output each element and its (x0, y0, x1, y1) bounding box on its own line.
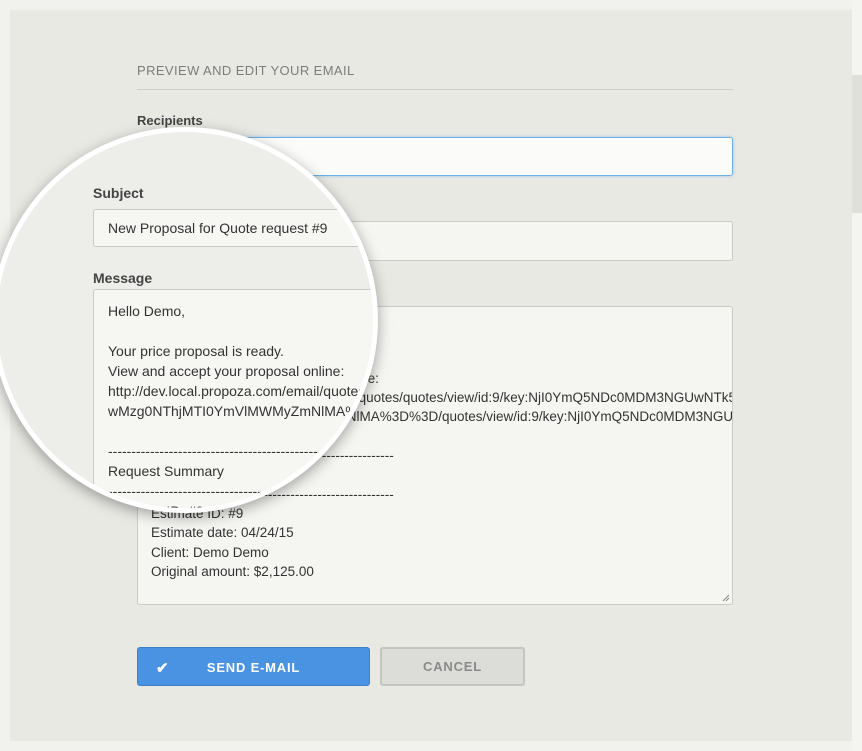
resize-handle-icon[interactable] (722, 594, 730, 602)
lens-message-label: Message (93, 270, 153, 286)
page-edge-shade (852, 75, 862, 213)
cancel-button[interactable]: CANCEL (380, 647, 525, 686)
lens-subject-input: New Proposal for Quote request #9 (93, 209, 373, 247)
lens-message-line: Request Summary (108, 463, 224, 479)
lens-message-line: Hello Demo, (108, 303, 186, 319)
lens-message-line: ----------------------------------------… (108, 483, 360, 499)
lens-message-line: ----------------------------------------… (108, 443, 360, 459)
recipients-label: Recipients (137, 113, 203, 128)
send-email-button[interactable]: ✔ SEND E-MAIL (137, 647, 370, 686)
section-title: PREVIEW AND EDIT YOUR EMAIL (137, 63, 355, 78)
cancel-label: CANCEL (423, 659, 482, 674)
message-line: Estimate date: 04/24/15 (151, 525, 294, 541)
lens-message-line: wMzg0NThjMTI0YmVlMWMyZmNlMA%3D%3D/quotes… (108, 403, 376, 419)
magnifier-content: Subject New Proposal for Quote request #… (0, 132, 378, 508)
send-email-label: SEND E-MAIL (206, 660, 301, 675)
lens-message-textarea: Hello Demo, ​ Your price proposal is rea… (93, 289, 378, 508)
lens-message-line: http://dev.local.propoza.com/email/quote… (108, 383, 378, 399)
lens-subject-label: Subject (93, 185, 144, 201)
lens-message-line: ​ (108, 421, 373, 441)
message-line: Original amount: $2,125.00 (151, 563, 314, 579)
magnifier-lens: Subject New Proposal for Quote request #… (0, 127, 378, 513)
message-line: Client: Demo Demo (151, 544, 269, 560)
lens-message-line: View and accept your proposal online: (108, 363, 345, 379)
lens-message-line: Your price proposal is ready. (108, 343, 284, 359)
section-divider (137, 89, 733, 90)
lens-message-line: ​ (108, 321, 373, 341)
